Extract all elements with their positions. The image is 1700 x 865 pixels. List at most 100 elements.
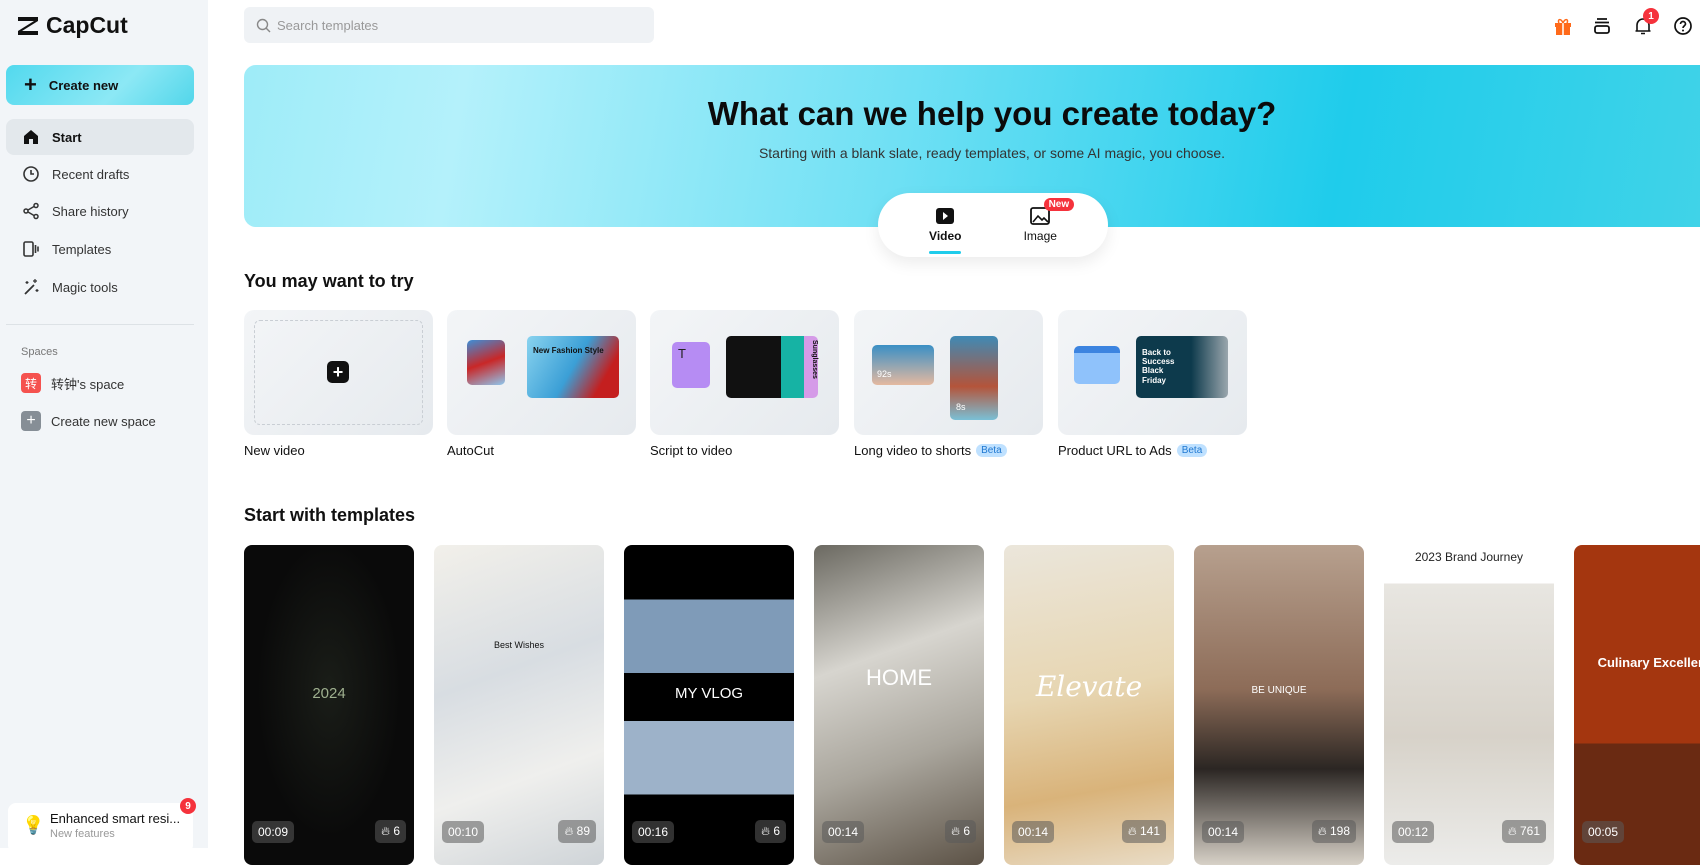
sidebar-item-label: Recent drafts — [52, 166, 130, 182]
flame-icon: 🔥︎ — [951, 824, 964, 838]
flame-icon: 🔥︎ — [1317, 824, 1330, 838]
plus-icon: + — [327, 361, 349, 383]
template-thumb-text: Culinary Excellence — [1597, 655, 1700, 670]
label-text: AutoCut — [447, 443, 494, 458]
feature-subtitle: New features — [50, 828, 115, 840]
beta-badge: Beta — [1176, 444, 1208, 457]
tab-label: Video — [929, 229, 962, 243]
capcut-logo-icon — [18, 16, 38, 35]
create-new-button[interactable]: + Create new — [6, 65, 194, 105]
space-avatar: 转 — [21, 373, 41, 393]
tab-image[interactable]: Image New — [1024, 198, 1075, 250]
uses-count: 761 — [1519, 824, 1540, 838]
template-uses: 🔥︎ 761 — [1501, 820, 1546, 843]
flame-icon: 🔥︎ — [1507, 824, 1520, 838]
template-card[interactable]: MY VLOG 00:16 🔥︎ 6 — [624, 545, 794, 865]
hero-subtitle: Starting with a blank slate, ready templ… — [758, 145, 1226, 161]
new-video-card[interactable]: + — [244, 310, 433, 435]
autocut-card[interactable]: New Fashion Style — [447, 310, 636, 435]
uses-count: 198 — [1329, 824, 1350, 838]
uses-count: 6 — [963, 824, 970, 838]
create-new-space-button[interactable]: + Create new space — [21, 411, 156, 431]
gift-button[interactable] — [1551, 14, 1575, 38]
search-bar[interactable] — [244, 7, 654, 43]
sidebar-item-label: Start — [52, 129, 82, 145]
label-text: New video — [244, 443, 305, 458]
uses-count: 89 — [576, 824, 590, 838]
video-icon — [936, 208, 955, 224]
layers-button[interactable] — [1590, 14, 1614, 38]
template-duration: 00:09 — [252, 821, 295, 843]
plus-icon: + — [24, 72, 37, 97]
template-thumb-text: HOME — [866, 665, 932, 690]
template-card[interactable]: 2024 00:09 🔥︎ 6 — [244, 545, 414, 865]
template-uses: 🔥︎ 141 — [1121, 820, 1166, 843]
template-thumb-text: 2024 — [312, 685, 346, 702]
try-heading: You may want to try — [244, 271, 414, 291]
layers-icon — [1594, 18, 1610, 34]
sidebar-item-magic-tools[interactable]: Magic tools — [6, 269, 194, 305]
browser-link-icon — [1074, 346, 1120, 384]
sidebar-item-label: Templates — [52, 241, 112, 257]
template-uses: 🔥︎ 6 — [945, 820, 976, 843]
script-thumb: Sunglasses — [726, 336, 818, 398]
template-uses: 🔥︎ 6 — [375, 820, 406, 843]
template-uses: 🔥︎ 198 — [1311, 820, 1356, 843]
uses-count: 141 — [1139, 824, 1160, 838]
search-icon — [256, 18, 271, 32]
create-new-label: Create new — [48, 77, 119, 93]
help-icon — [1674, 17, 1692, 35]
template-duration: 00:14 — [1202, 821, 1245, 843]
template-thumb-text: MY VLOG — [674, 685, 744, 702]
long-video-to-shorts-card[interactable]: 92s 8s — [854, 310, 1043, 435]
templates-heading: Start with templates — [244, 505, 416, 525]
hero-title: What can we help you create today? — [707, 95, 1277, 132]
new-video-label: New video — [244, 443, 305, 458]
home-icon — [24, 130, 38, 144]
flame-icon: 🔥︎ — [761, 824, 774, 838]
template-uses: 🔥︎ 6 — [755, 820, 786, 843]
template-duration: 00:14 — [822, 821, 865, 843]
space-item[interactable]: 转转钟's space — [21, 373, 124, 393]
template-thumb-text: 2023 Brand Journey — [1414, 550, 1524, 564]
template-duration: 00:10 — [442, 821, 485, 843]
create-type-tabs: Video Image New — [878, 193, 1108, 257]
template-card[interactable]: Culinary Excellence 00:05 — [1574, 545, 1700, 865]
sidebar-item-templates[interactable]: Templates — [6, 231, 194, 267]
template-thumb-text: Elevate — [1035, 670, 1143, 703]
tab-video[interactable]: Video — [929, 200, 962, 254]
template-card[interactable]: BE UNIQUE 00:14 🔥︎ 198 — [1194, 545, 1364, 865]
flame-icon: 🔥︎ — [1127, 824, 1140, 838]
template-thumb-text: BE UNIQUE — [1251, 685, 1307, 696]
plus-icon: + — [21, 411, 41, 431]
sidebar-item-recent-drafts[interactable]: Recent drafts — [6, 156, 194, 192]
template-card[interactable]: Best Wishes 00:10 🔥︎ 89 — [434, 545, 604, 865]
sidebar-item-start[interactable]: Start — [6, 119, 194, 155]
autocut-label: AutoCut — [447, 443, 494, 458]
sidebar-item-label: Share history — [52, 203, 129, 219]
new-feature-card[interactable]: 💡 Enhanced smart resi... New features — [8, 803, 193, 853]
template-card[interactable]: HOME 00:14 🔥︎ 6 — [814, 545, 984, 865]
capcut-logo[interactable]: CapCut — [16, 12, 128, 39]
label-text: Long video to shorts — [854, 443, 972, 458]
script-to-video-card[interactable]: T Sunglasses — [650, 310, 839, 435]
template-duration: 00:16 — [632, 821, 675, 843]
label-text: Product URL to Ads — [1058, 443, 1172, 458]
sidebar-item-share-history[interactable]: Share history — [6, 193, 194, 229]
share-icon — [23, 202, 39, 220]
sidebar-item-label: Magic tools — [52, 279, 118, 295]
help-button[interactable] — [1671, 14, 1695, 38]
template-card[interactable]: Elevate 00:14 🔥︎ 141 — [1004, 545, 1174, 865]
short-thumb: 8s — [950, 336, 998, 420]
template-card[interactable]: 2023 Brand Journey 00:12 🔥︎ 761 — [1384, 545, 1554, 865]
uses-count: 6 — [393, 824, 400, 838]
template-duration: 00:05 — [1582, 821, 1625, 843]
ads-thumb: Back to Success Black Friday — [1136, 336, 1228, 398]
space-label: Create new space — [51, 413, 156, 429]
notification-badge: 1 — [1643, 8, 1659, 24]
product-url-to-ads-card[interactable]: Back to Success Black Friday — [1058, 310, 1247, 435]
sidebar: CapCut + Create new Start Recent drafts S… — [0, 0, 208, 853]
template-duration: 00:12 — [1392, 821, 1435, 843]
search-input[interactable] — [277, 17, 637, 33]
clock-icon — [23, 166, 39, 182]
